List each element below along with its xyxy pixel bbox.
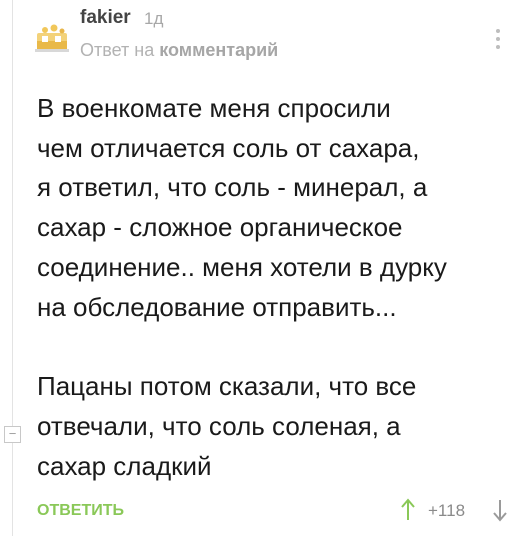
rating-count: +118 bbox=[428, 501, 466, 520]
reply-to-line: Ответ на комментарий bbox=[80, 40, 278, 61]
reply-button[interactable]: ОТВЕТИТЬ bbox=[37, 502, 124, 520]
body-line: В военкомате меня спросили bbox=[37, 93, 391, 123]
body-line: соединение.. меня хотели в дурку bbox=[37, 251, 447, 282]
avatar-icon bbox=[33, 19, 71, 57]
body-line: сахар сладкий bbox=[37, 450, 212, 481]
arrow-up-icon bbox=[401, 498, 415, 520]
thread-line bbox=[12, 0, 13, 536]
body-line: я ответил, что соль - минерал, а bbox=[37, 172, 428, 203]
body-line: Пацаны потом сказали, что все bbox=[37, 371, 417, 402]
body-line: отвечали, что соль соленая, а bbox=[37, 410, 401, 441]
downvote-button[interactable] bbox=[493, 498, 507, 522]
arrow-down-icon bbox=[493, 500, 507, 522]
body-line: чем отличается соль от сахара, bbox=[37, 132, 420, 163]
collapse-thread-button[interactable]: − bbox=[4, 426, 21, 443]
reply-target-link[interactable]: комментарий bbox=[159, 40, 278, 60]
username[interactable]: fakier bbox=[80, 7, 131, 29]
reply-prefix: Ответ на bbox=[80, 40, 155, 60]
comment-body: В военкомате меня спросили чем отличаетс… bbox=[37, 89, 517, 486]
body-line: на обследование отправить... bbox=[37, 291, 397, 322]
avatar[interactable] bbox=[33, 19, 71, 57]
more-vertical-icon[interactable] bbox=[491, 26, 505, 56]
body-line: сахар - сложное органическое bbox=[37, 212, 403, 243]
comment-time: 1д bbox=[144, 9, 164, 28]
upvote-button[interactable] bbox=[401, 498, 415, 522]
